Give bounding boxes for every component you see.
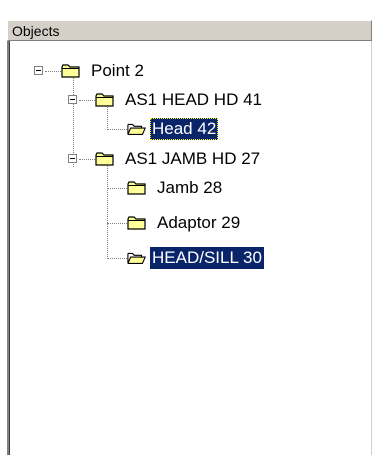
tree-node-jamb-28[interactable]: Jamb 28 [127,176,224,200]
tree-node-adaptor-29[interactable]: Adaptor 29 [127,211,242,235]
tree-connector [45,71,61,73]
objects-column-header[interactable]: Objects [7,20,372,41]
tree-connector [107,166,109,259]
tree-node-point-2[interactable]: Point 2 [61,59,146,83]
tree-node-label: Point 2 [91,61,144,80]
tree-connector [107,223,127,225]
tree-node-head-sill-30[interactable]: HEAD/SILL 30 [127,246,264,270]
tree-node-label: AS1 HEAD HD 41 [125,90,262,109]
tree-connector [107,258,127,260]
tree-node-label: Head 42 [150,118,219,140]
folder-open-icon [127,252,147,264]
folder-icon [95,152,114,166]
folder-open-icon [127,123,147,135]
tree-connector [79,100,95,102]
tree-connector [107,129,127,131]
tree-node-label: Adaptor 29 [157,213,241,232]
folder-icon [95,93,114,107]
collapse-minus-icon[interactable] [68,154,77,163]
tree-node-head-42[interactable]: Head 42 [127,117,219,141]
tree-connector [79,159,95,161]
tree-connector [107,188,127,190]
collapse-minus-icon[interactable] [68,95,77,104]
tree-node-label: AS1 JAMB HD 27 [125,149,261,168]
folder-icon [127,181,146,195]
collapse-minus-icon[interactable] [34,66,43,75]
objects-panel: Objects Point 2 AS1 HEAD HD 41 Head 42 A… [0,0,380,455]
tree-node-label: Jamb 28 [157,178,223,197]
objects-header-label: Objects [12,23,60,39]
folder-icon [61,64,80,78]
objects-tree[interactable]: Point 2 AS1 HEAD HD 41 Head 42 AS1 JAMB … [7,41,372,455]
folder-icon [127,216,146,230]
tree-node-as1-head[interactable]: AS1 HEAD HD 41 [95,88,264,112]
tree-node-as1-jamb[interactable]: AS1 JAMB HD 27 [95,147,262,171]
tree-node-label: HEAD/SILL 30 [150,247,264,269]
